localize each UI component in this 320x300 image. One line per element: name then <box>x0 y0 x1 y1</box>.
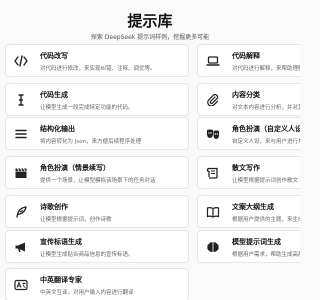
card-title: 代码改写 <box>40 52 68 60</box>
card-title: 代码生成 <box>40 91 68 99</box>
card-desc: 根据用户需求，帮助生成高质量提示词 <box>232 252 300 258</box>
card-desc: 对代码进行修改，来实现纠错、注释、调优等。 <box>40 66 156 72</box>
card-title: 结构化输出 <box>40 125 75 133</box>
scroll-icon <box>205 166 221 180</box>
prompt-card-roleplay-scene[interactable]: 角色扮演（情景续写） 提供一个场景，让模型模拟该场景下的任务对话 <box>5 156 189 189</box>
prompt-card-translation[interactable]: 中英翻译专家 中英文互译，对用户输入内容进行翻译 <box>5 268 189 300</box>
prompt-card-prompt-generate[interactable]: 模型提示词生成 根据用户需求，帮助生成高质量提示词 <box>197 230 300 263</box>
clapperboard-icon <box>13 166 29 180</box>
page-title: 提示库 <box>127 12 173 30</box>
card-desc: 将内容转化为 Json，来方便后续程序处理 <box>40 139 142 145</box>
brain-icon <box>205 240 221 254</box>
prompt-library-page: 提示库 探索 DeepSeek 提示词样例，挖掘更多可能 代码改写 对代码进行修… <box>0 0 300 300</box>
card-desc: 对代码进行解释，来帮助理解代码内容。 <box>232 66 300 72</box>
prompt-card-outline[interactable]: 文案大纲生成 根据用户提供的主题，来生成文案大纲 <box>197 195 300 228</box>
card-desc: 让模型生成一段完成特定功能的代码。 <box>40 105 134 111</box>
card-title: 代码解释 <box>232 52 260 60</box>
prompt-card-poetry[interactable]: 诗歌创作 让模型根据提示词，创作诗歌 <box>5 195 189 228</box>
card-title: 模型提示词生成 <box>232 238 281 246</box>
prompt-card-prose-writing[interactable]: 散文写作 让模型根据提示词创作散文 <box>197 156 300 189</box>
card-title: 内容分类 <box>232 91 260 99</box>
card-title: 宣传标语生成 <box>40 238 82 246</box>
card-desc: 让模型根据提示词，创作诗歌 <box>40 217 112 223</box>
card-title: 文案大纲生成 <box>232 203 274 211</box>
card-desc: 中英文互译，对用户输入内容进行翻译 <box>40 290 134 296</box>
prompt-card-code-generate[interactable]: 代码生成 让模型生成一段完成特定功能的代码。 <box>5 83 189 116</box>
translate-icon <box>13 278 29 292</box>
card-desc: 对文本内容进行分析，并对其进行自动归类 <box>232 105 300 111</box>
card-title: 散文写作 <box>232 164 260 172</box>
card-desc: 提供一个场景，让模型模拟该场景下的任务对话 <box>40 178 156 184</box>
book-icon <box>205 205 221 219</box>
prompt-card-slogan[interactable]: 宣传标语生成 让模型生成贴合商品信息的宣传标语。 <box>5 230 189 263</box>
text-cursor-icon <box>13 93 29 107</box>
prompt-card-code-explain[interactable]: 代码解释 对代码进行解释，来帮助理解代码内容。 <box>197 44 300 77</box>
list-icon <box>13 127 29 141</box>
card-title: 诗歌创作 <box>40 203 68 211</box>
laptop-icon <box>205 54 221 68</box>
card-desc: 自定义人设，来与用户进行角色扮演。 <box>232 139 300 145</box>
card-title: 中英翻译专家 <box>40 276 82 284</box>
card-desc: 根据用户提供的主题，来生成文案大纲 <box>232 217 300 223</box>
feather-icon <box>13 205 29 219</box>
prompt-card-structured-output[interactable]: 结构化输出 将内容转化为 Json，来方便后续程序处理 <box>5 117 189 150</box>
prompt-card-content-classify[interactable]: 内容分类 对文本内容进行分析，并对其进行自动归类 <box>197 83 300 116</box>
theater-masks-icon <box>205 127 221 141</box>
card-title: 角色扮演（情景续写） <box>40 164 110 172</box>
card-desc: 让模型生成贴合商品信息的宣传标语。 <box>40 252 134 258</box>
prompt-card-roleplay-custom[interactable]: 角色扮演（自定义人设） 自定义人设，来与用户进行角色扮演。 <box>197 117 300 150</box>
megaphone-icon <box>13 240 29 254</box>
prompt-card-code-rewrite[interactable]: 代码改写 对代码进行修改，来实现纠错、注释、调优等。 <box>5 44 189 77</box>
page-subtitle: 探索 DeepSeek 提示词样例，挖掘更多可能 <box>90 34 210 41</box>
paperclip-icon <box>205 93 221 107</box>
card-desc: 让模型根据提示词创作散文 <box>232 178 299 184</box>
code-icon <box>13 54 29 68</box>
card-title: 角色扮演（自定义人设） <box>232 125 300 133</box>
